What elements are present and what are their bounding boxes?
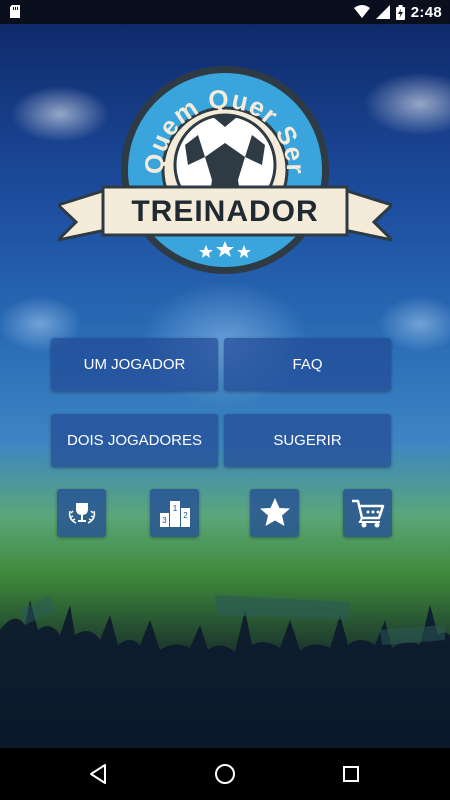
clock: 2:48 (410, 3, 442, 21)
back-button[interactable] (85, 761, 111, 787)
back-icon (90, 764, 106, 784)
rate-button[interactable] (250, 489, 299, 537)
logo-banner-text: TREINADOR (131, 195, 319, 228)
podium-third: 3 (162, 516, 167, 525)
trophy-icon (68, 503, 95, 524)
app-logo: Quem Quer Ser TREINADOR (58, 65, 392, 275)
um-jogador-button[interactable]: UM JOGADOR (51, 338, 218, 391)
status-bar: 2:48 (0, 0, 450, 24)
sd-card-icon (10, 5, 20, 18)
recents-icon (343, 766, 359, 782)
battery-charging-icon (395, 4, 405, 20)
podium-first: 1 (172, 504, 177, 513)
recents-button[interactable] (338, 761, 364, 787)
podium-second: 2 (183, 511, 188, 520)
crowd-silhouette (0, 595, 450, 748)
trophy-button[interactable] (57, 489, 106, 537)
navigation-bar (0, 748, 450, 800)
signal-icon (375, 5, 390, 19)
star-icon (259, 498, 290, 526)
faq-button[interactable]: FAQ (224, 338, 391, 391)
shop-button[interactable] (343, 489, 392, 537)
sugerir-button[interactable]: SUGERIR (224, 414, 391, 467)
dois-jogadores-button[interactable]: DOIS JOGADORES (51, 414, 218, 467)
wifi-icon (353, 5, 370, 18)
home-icon (215, 764, 235, 784)
home-button[interactable] (212, 761, 238, 787)
ranking-button[interactable]: 1 2 3 (150, 489, 199, 537)
podium-icon: 1 2 3 (159, 501, 190, 527)
cart-icon (351, 499, 384, 528)
